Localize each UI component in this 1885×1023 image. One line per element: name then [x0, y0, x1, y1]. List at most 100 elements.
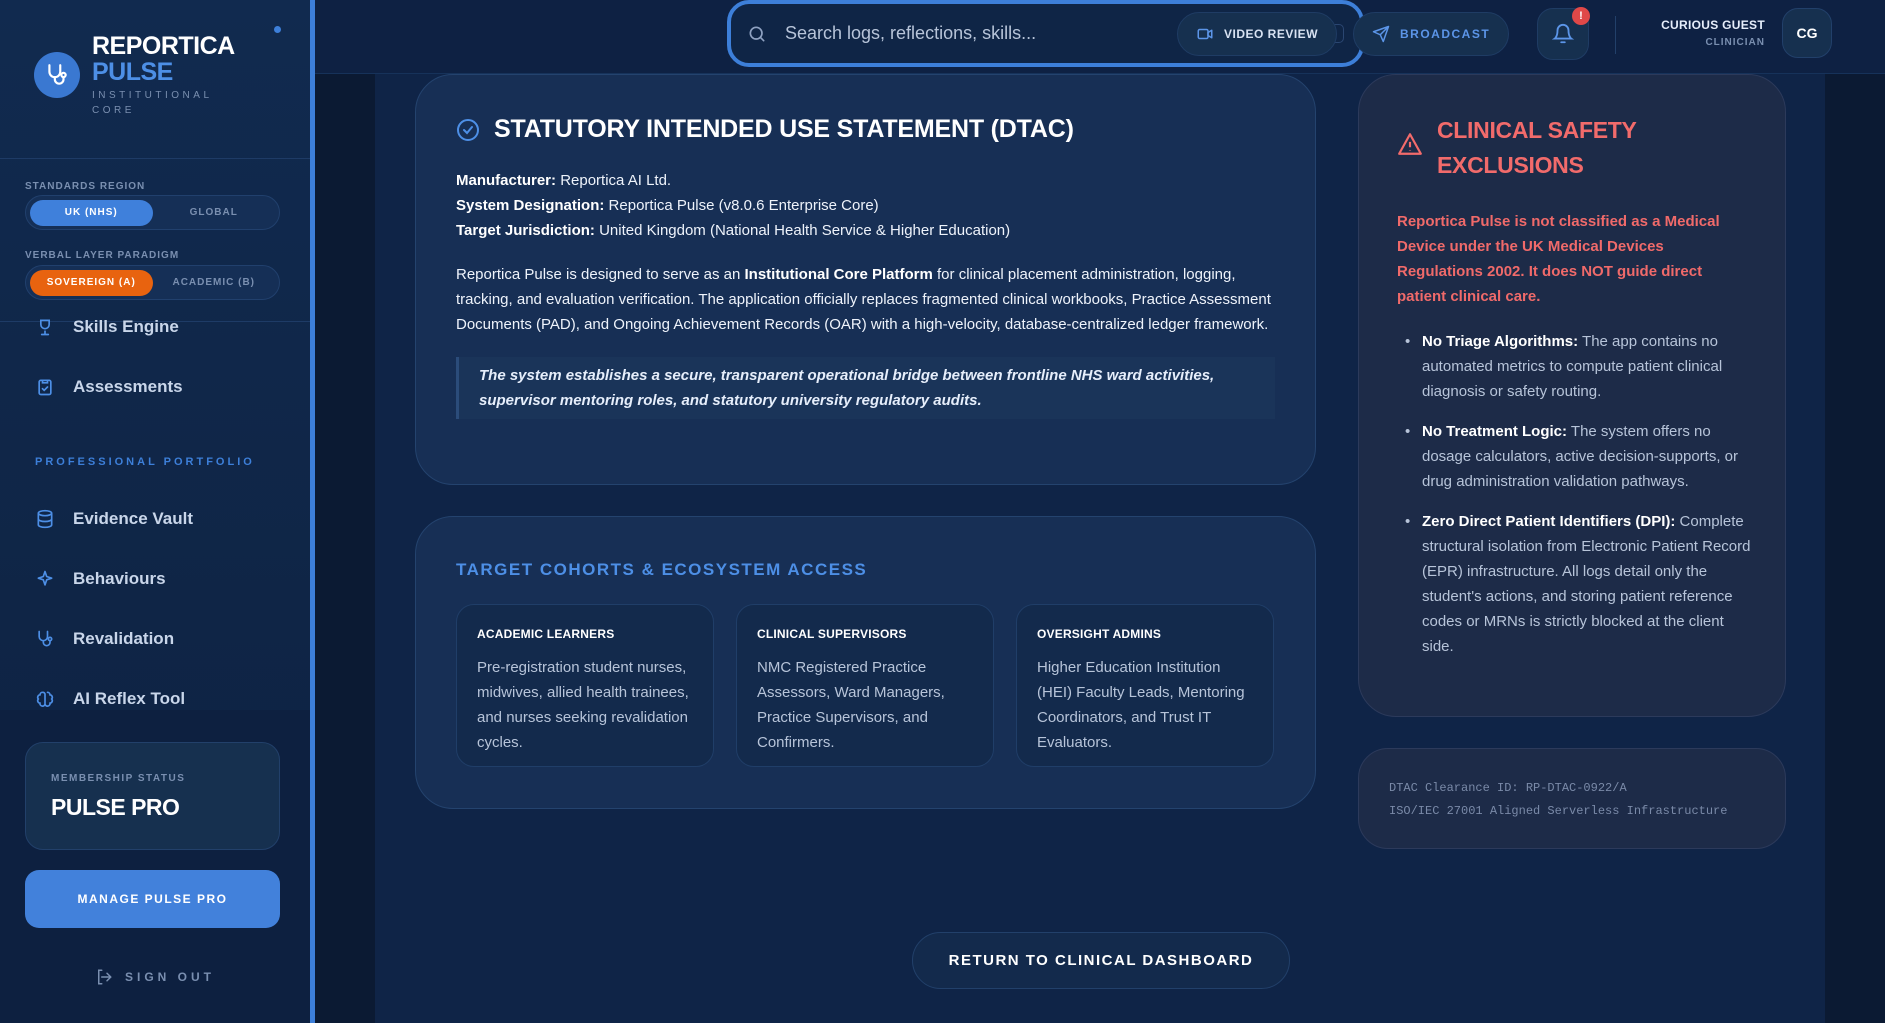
stethoscope-icon [38, 630, 53, 647]
sidebar: REPORTICA PULSE INSTITUTIONAL CORE STAND… [0, 0, 315, 1023]
list-item: No Triage Algorithms: The app contains n… [1397, 329, 1757, 404]
page-title: STATUTORY INTENDED USE STATEMENT (DTAC) [494, 115, 1074, 143]
sign-out-button[interactable]: SIGN OUT [95, 968, 215, 986]
standards-region-label: STANDARDS REGION [25, 181, 146, 192]
clearance-card: DTAC Clearance ID: RP-DTAC-0922/A ISO/IE… [1358, 748, 1786, 849]
cohort-title: OVERSIGHT ADMINS [1037, 627, 1162, 641]
dtac-quote: The system establishes a secure, transpa… [456, 357, 1275, 419]
verbal-option-sovereign[interactable]: SOVEREIGN (A) [30, 269, 153, 296]
user-role: CLINICIAN [1705, 37, 1765, 48]
sidebar-item-label: Skills Engine [73, 317, 179, 336]
safety-item-text: Complete structural isolation from Elect… [1422, 513, 1751, 655]
safety-item-label: No Treatment Logic: [1422, 423, 1568, 440]
region-option-uk[interactable]: UK (NHS) [30, 199, 153, 226]
sidebar-item-label: Revalidation [73, 629, 175, 648]
cohorts-title: TARGET COHORTS & ECOSYSTEM ACCESS [456, 560, 868, 579]
safety-header: CLINICAL SAFETY EXCLUSIONS [1397, 113, 1757, 183]
clipboard-icon [38, 379, 52, 396]
brand-name: REPORTICA [92, 32, 235, 60]
cohort-card-oversight-admins: OVERSIGHT ADMINS Higher Education Instit… [1016, 604, 1274, 767]
designation-value: Reportica Pulse (v8.0.6 Enterprise Core) [608, 197, 879, 214]
status-dot [274, 26, 281, 33]
clearance-iso: ISO/IEC 27001 Aligned Serverless Infrast… [1389, 804, 1728, 818]
top-bar: CMD+K VIDEO REVIEW BROADCAST ! CURIOUS G… [315, 0, 1885, 74]
divider [1615, 16, 1616, 54]
standards-region-toggle: UK (NHS) GLOBAL [25, 195, 280, 230]
notifications-button[interactable]: ! [1537, 7, 1590, 60]
membership-card: MEMBERSHIP STATUS PULSE PRO [25, 742, 280, 850]
nav-section-professional-portfolio: PROFESSIONAL PORTFOLIO [35, 456, 255, 468]
dtac-header: STATUTORY INTENDED USE STATEMENT (DTAC) [456, 115, 1275, 144]
video-review-label: VIDEO REVIEW [1224, 27, 1319, 41]
safety-list: No Triage Algorithms: The app contains n… [1397, 329, 1757, 674]
cohort-card-academic-learners: ACADEMIC LEARNERS Pre-registration stude… [456, 604, 714, 767]
sidebar-item-label: Assessments [73, 377, 183, 396]
sidebar-item-label: AI Reflex Tool [73, 689, 186, 708]
sidebar-item-revalidation[interactable]: Revalidation [35, 619, 174, 659]
sidebar-item-assessments[interactable]: Assessments [35, 367, 183, 407]
sparkle-icon [37, 570, 53, 586]
cohort-body: Higher Education Institution (HEI) Facul… [1037, 659, 1245, 751]
dtac-description: Reportica Pulse is designed to serve as … [456, 262, 1275, 337]
brand-product: PULSE [92, 58, 173, 86]
cohort-card-clinical-supervisors: CLINICAL SUPERVISORS NMC Registered Prac… [736, 604, 994, 767]
video-review-button[interactable]: VIDEO REVIEW [1177, 12, 1338, 56]
verbal-layer-label: VERBAL LAYER PARADIGM [25, 250, 180, 261]
video-icon [1197, 28, 1213, 40]
sidebar-item-behaviours[interactable]: Behaviours [35, 559, 166, 599]
clearance-id: DTAC Clearance ID: RP-DTAC-0922/A [1389, 781, 1627, 795]
jurisdiction-row: Target Jurisdiction: United Kingdom (Nat… [456, 218, 1275, 243]
sidebar-item-label: Evidence Vault [73, 509, 193, 528]
trophy-icon [40, 319, 50, 336]
logout-icon [98, 969, 112, 985]
notification-badge: ! [1572, 7, 1590, 25]
dtac-meta: Manufacturer: Reportica AI Ltd. System D… [456, 168, 1275, 243]
sidebar-item-evidence-vault[interactable]: Evidence Vault [35, 499, 193, 539]
broadcast-label: BROADCAST [1400, 27, 1491, 41]
list-item: No Treatment Logic: The system offers no… [1397, 419, 1757, 494]
avatar[interactable]: CG [1782, 8, 1832, 58]
sidebar-item-skills-engine[interactable]: Skills Engine [35, 307, 179, 347]
sign-out-label: SIGN OUT [125, 970, 216, 984]
membership-label: MEMBERSHIP STATUS [51, 773, 186, 784]
verbal-option-academic[interactable]: ACADEMIC (B) [153, 270, 276, 296]
search-icon [749, 26, 765, 42]
brain-icon [36, 691, 54, 707]
cohort-title: CLINICAL SUPERVISORS [757, 627, 907, 641]
jurisdiction-label: Target Jurisdiction: [456, 222, 595, 239]
check-circle-icon [457, 118, 479, 141]
designation-row: System Designation: Reportica Pulse (v8.… [456, 193, 1275, 218]
divider [0, 158, 310, 159]
safety-lead: Reportica Pulse is not classified as a M… [1397, 213, 1720, 305]
verbal-layer-toggle: SOVEREIGN (A) ACADEMIC (B) [25, 265, 280, 300]
return-to-dashboard-button[interactable]: RETURN TO CLINICAL DASHBOARD [912, 932, 1290, 989]
manage-pulse-pro-button[interactable]: MANAGE PULSE PRO [25, 870, 280, 928]
bell-icon [1552, 24, 1574, 44]
cohort-body: Pre-registration student nurses, midwive… [477, 659, 689, 751]
manufacturer-label: Manufacturer: [456, 172, 557, 189]
description-strong: Institutional Core Platform [744, 266, 933, 283]
manufacturer-value: Reportica AI Ltd. [560, 172, 672, 189]
list-item: Zero Direct Patient Identifiers (DPI): C… [1397, 509, 1757, 659]
membership-value: PULSE PRO [51, 794, 180, 820]
warning-icon [1398, 133, 1422, 155]
manufacturer-row: Manufacturer: Reportica AI Ltd. [456, 168, 1275, 193]
brand[interactable]: REPORTICA PULSE INSTITUTIONAL CORE [30, 26, 300, 130]
safety-item-label: Zero Direct Patient Identifiers (DPI): [1422, 513, 1676, 530]
user-name: CURIOUS GUEST [1661, 18, 1765, 32]
safety-title: CLINICAL SAFETY EXCLUSIONS [1437, 117, 1637, 178]
designation-label: System Designation: [456, 197, 605, 214]
description-pre: Reportica Pulse is designed to serve as … [456, 266, 741, 283]
database-icon [37, 509, 53, 529]
brand-tagline: INSTITUTIONAL CORE [92, 90, 213, 116]
cohort-title: ACADEMIC LEARNERS [477, 627, 615, 641]
cohort-body: NMC Registered Practice Assessors, Ward … [757, 659, 945, 751]
clinical-safety-card: CLINICAL SAFETY EXCLUSIONS Reportica Pul… [1358, 74, 1786, 717]
stethoscope-logo-icon [34, 52, 80, 98]
sidebar-item-label: Behaviours [73, 569, 166, 588]
dtac-statement-card: STATUTORY INTENDED USE STATEMENT (DTAC) … [415, 74, 1316, 485]
jurisdiction-value: United Kingdom (National Health Service … [599, 222, 1011, 239]
region-option-global[interactable]: GLOBAL [153, 200, 276, 226]
send-icon [1372, 25, 1390, 43]
broadcast-button[interactable]: BROADCAST [1353, 12, 1510, 56]
